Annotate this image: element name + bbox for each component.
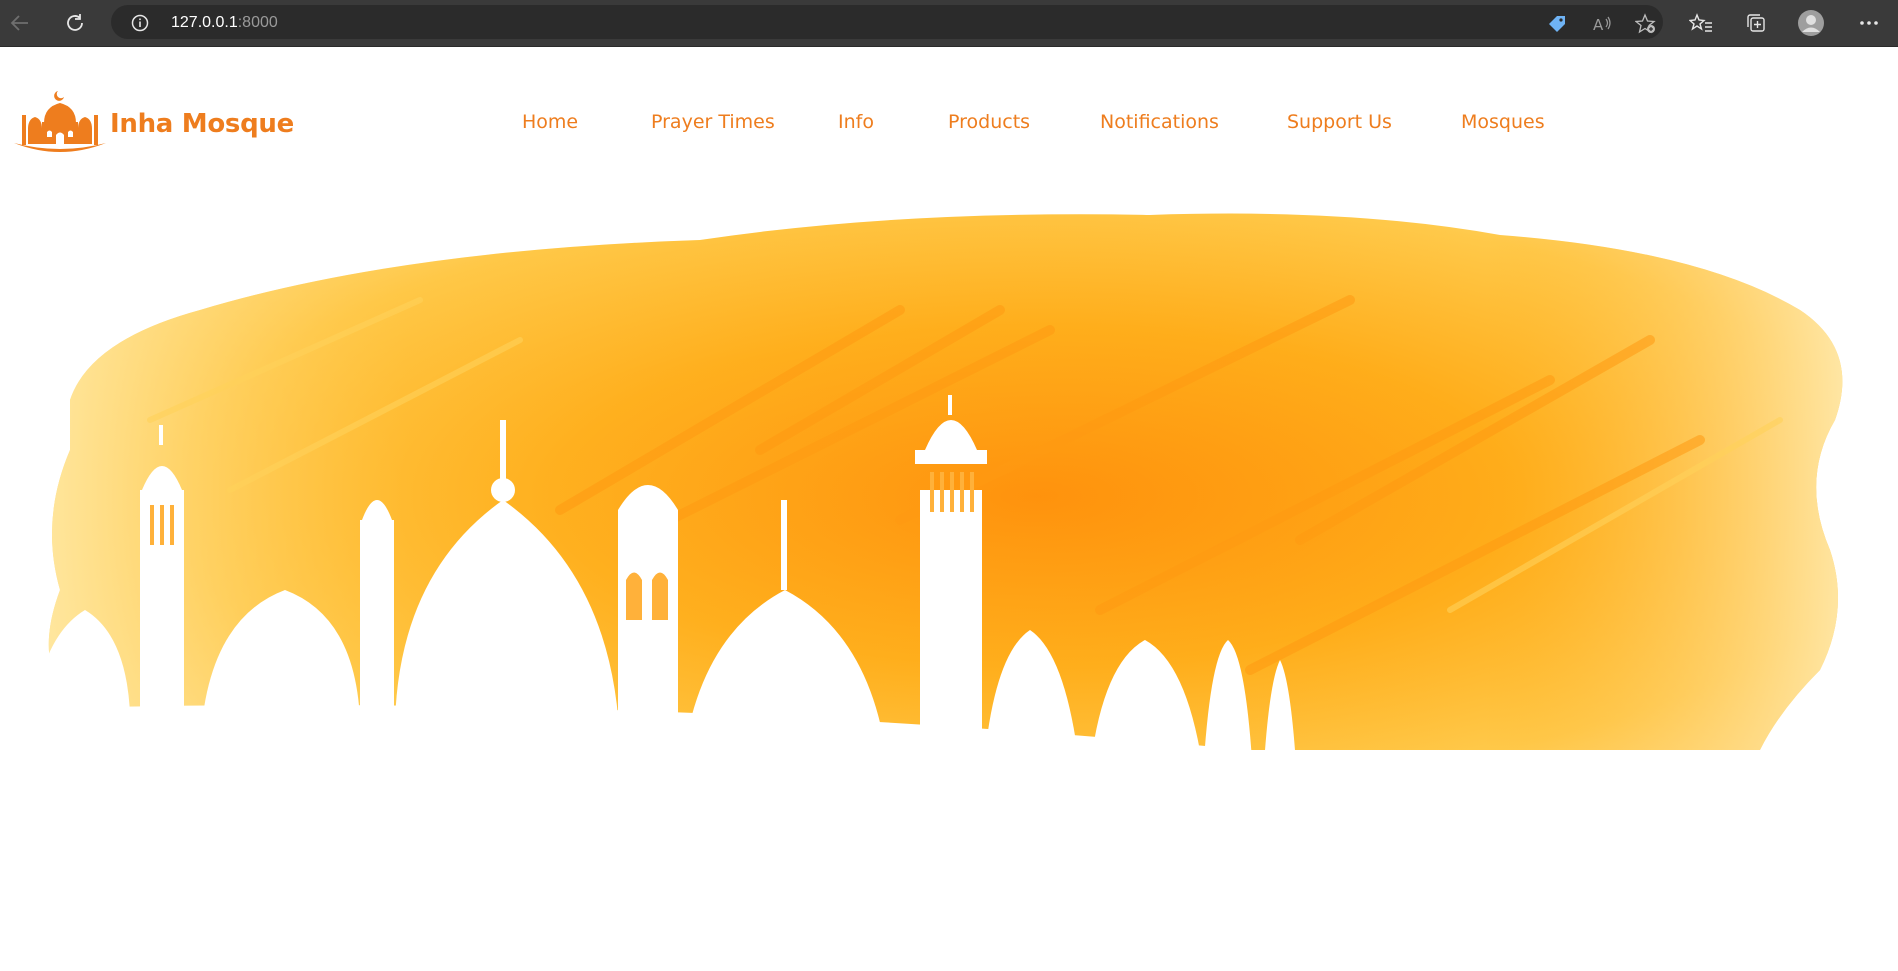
nav-support-us[interactable]: Support Us — [1287, 111, 1392, 133]
svg-text:A: A — [1593, 16, 1604, 34]
info-icon[interactable] — [131, 14, 149, 37]
nav-info[interactable]: Info — [838, 111, 874, 133]
site-header: Inha Mosque Home Prayer Times Info Produ… — [0, 47, 1898, 197]
nav-prayer-times[interactable]: Prayer Times — [651, 111, 775, 133]
url-port: :8000 — [237, 14, 278, 31]
profile-icon[interactable] — [1796, 8, 1826, 38]
nav-home[interactable]: Home — [522, 111, 578, 133]
address-bar[interactable]: 127.0.0.1:8000 A — [111, 5, 1663, 39]
hero-banner-image — [0, 190, 1898, 910]
mosque-logo-icon[interactable] — [14, 89, 106, 153]
nav-notifications[interactable]: Notifications — [1100, 111, 1219, 133]
browser-toolbar: 127.0.0.1:8000 A — [0, 0, 1898, 47]
back-arrow-icon[interactable] — [5, 8, 35, 38]
url-text: 127.0.0.1:8000 — [171, 14, 278, 32]
nav-products[interactable]: Products — [948, 111, 1030, 133]
url-host: 127.0.0.1 — [171, 14, 238, 31]
refresh-icon[interactable] — [60, 8, 90, 38]
more-icon[interactable] — [1854, 8, 1884, 38]
site-brand[interactable]: Inha Mosque — [110, 109, 294, 139]
price-tag-icon[interactable] — [1546, 13, 1568, 35]
add-favorite-icon[interactable] — [1635, 13, 1657, 35]
read-aloud-icon[interactable]: A — [1591, 13, 1613, 35]
collections-icon[interactable] — [1741, 8, 1771, 38]
favorites-icon[interactable] — [1686, 8, 1716, 38]
nav-mosques[interactable]: Mosques — [1461, 111, 1545, 133]
